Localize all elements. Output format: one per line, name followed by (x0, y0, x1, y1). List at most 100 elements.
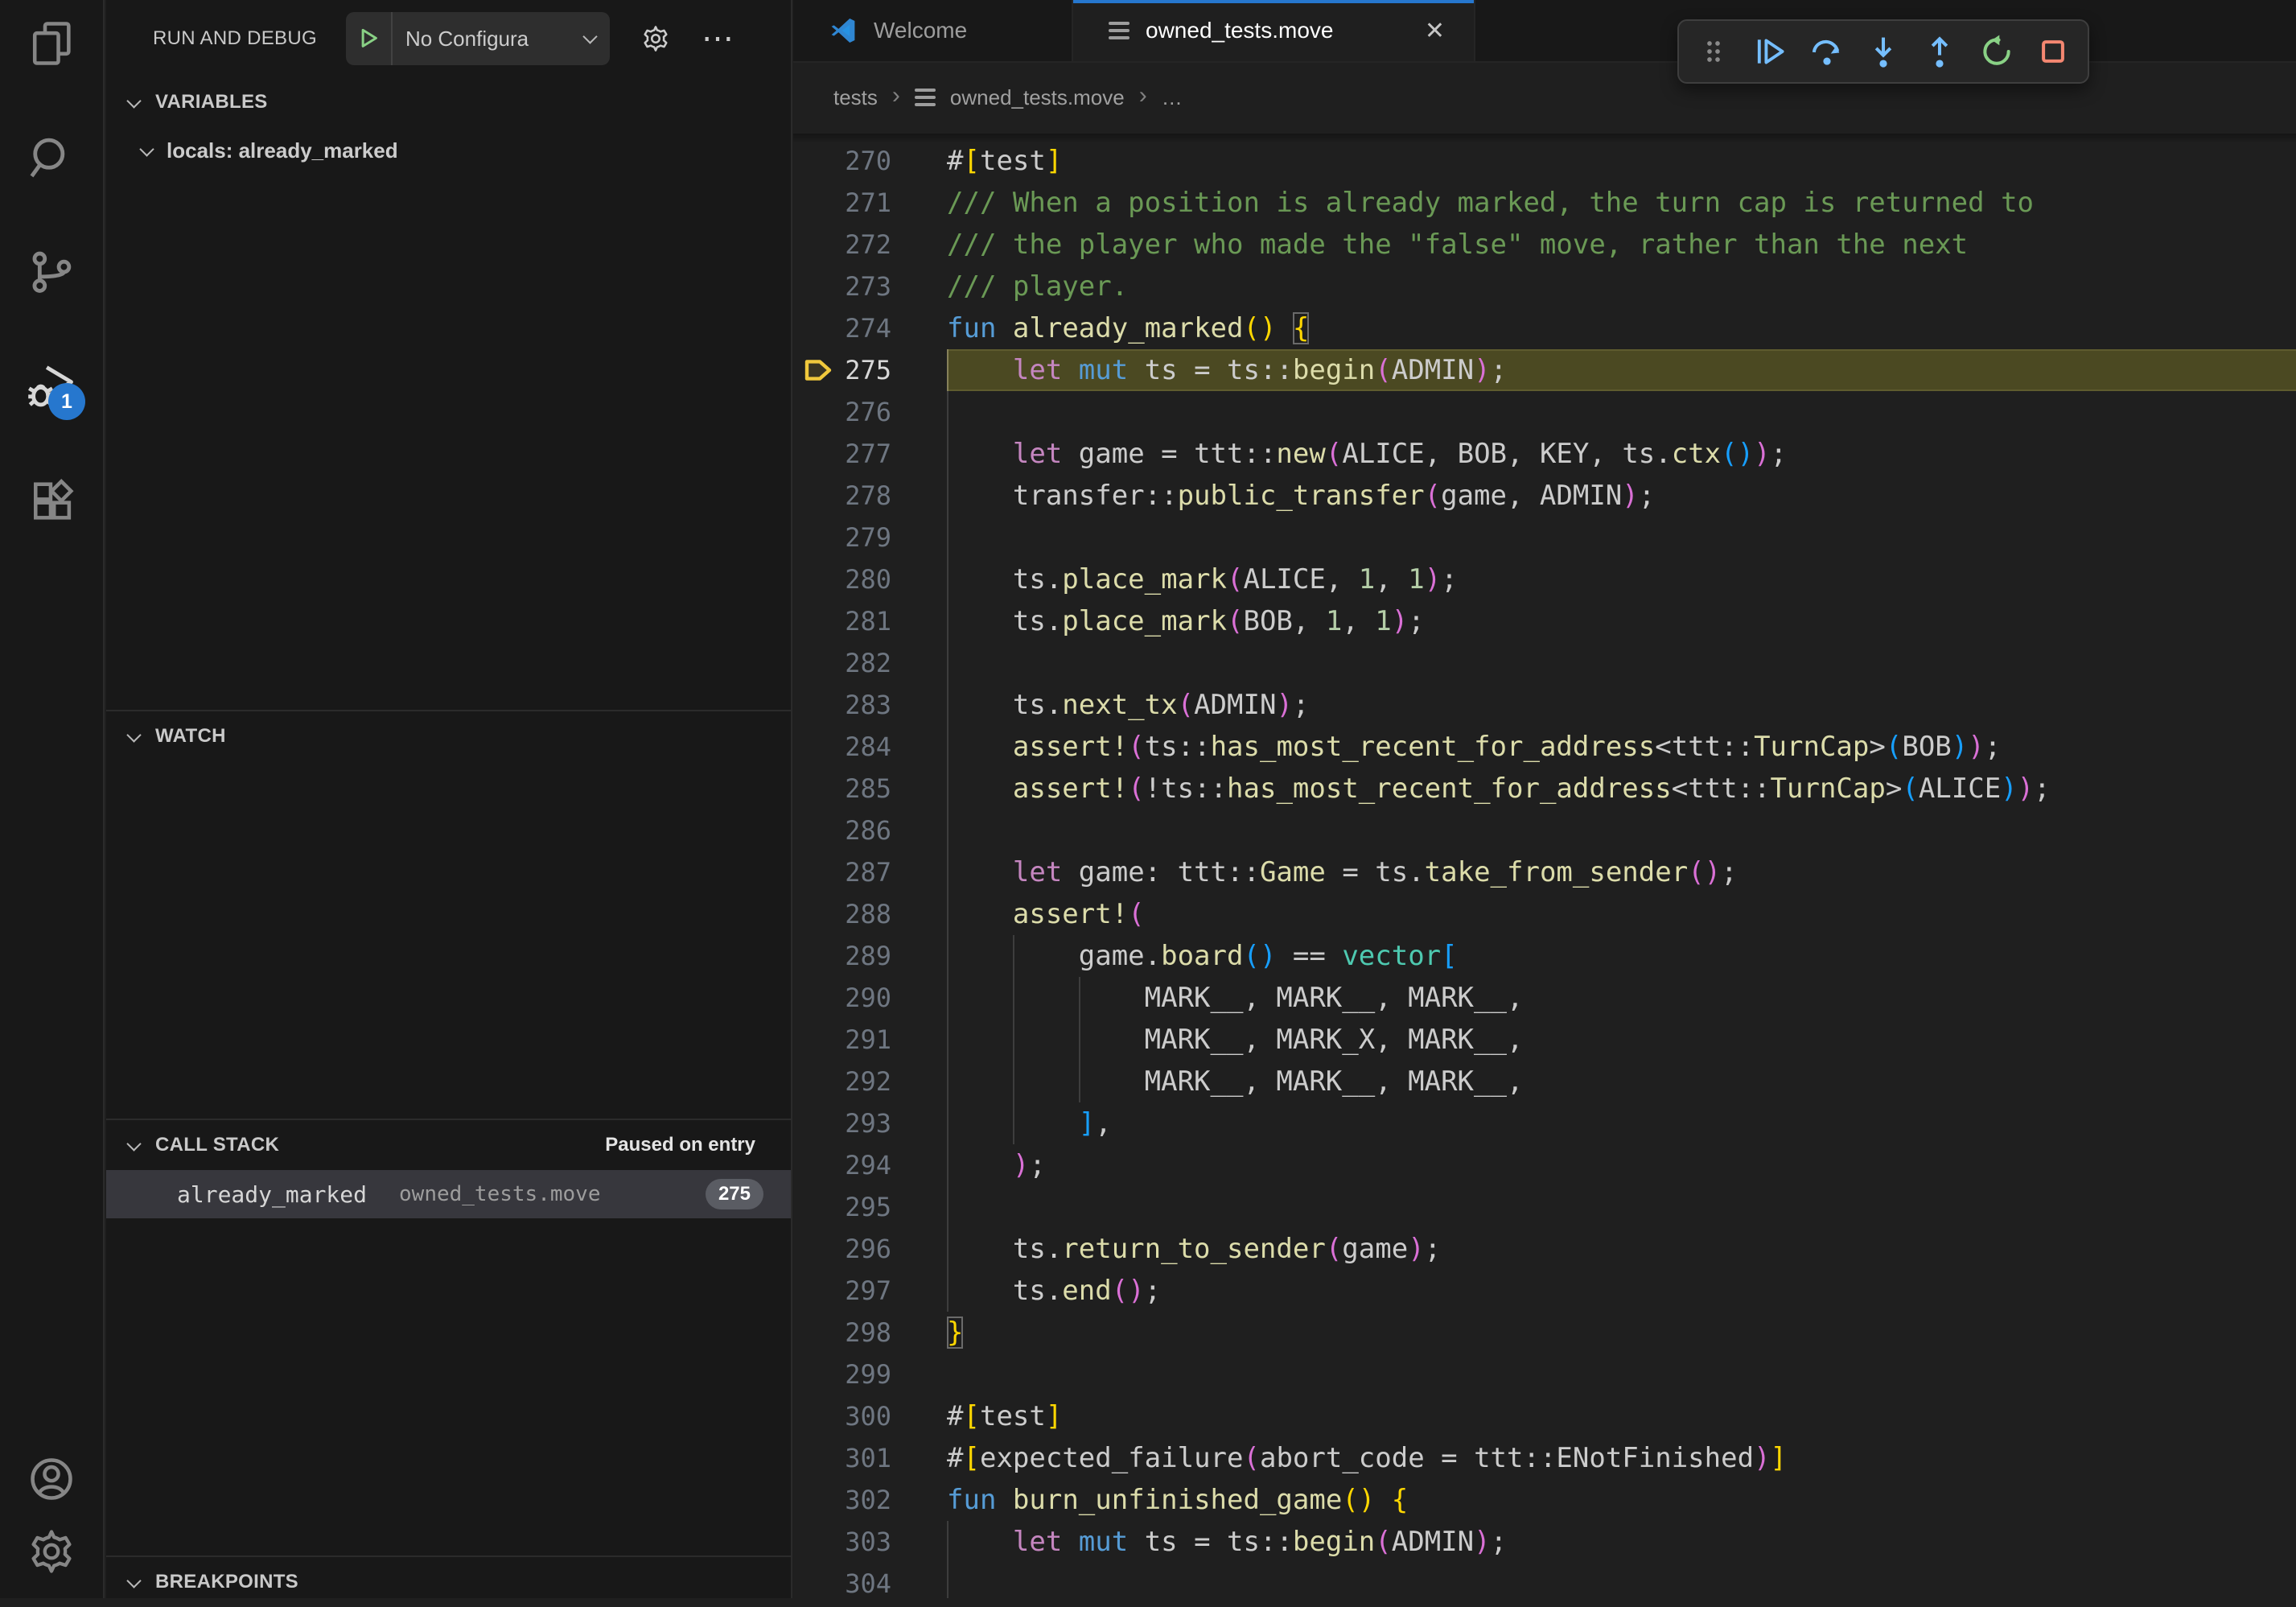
restart-icon[interactable] (1975, 30, 2018, 73)
search-icon[interactable] (26, 132, 77, 183)
variables-scope-row[interactable]: locals: already_marked (106, 127, 791, 174)
line-gutter[interactable]: 301 (793, 1437, 947, 1479)
step-into-icon[interactable] (1862, 30, 1905, 73)
code-line[interactable]: 282 (793, 642, 2296, 684)
line-gutter[interactable]: 271 (793, 182, 947, 224)
line-gutter[interactable]: 270 (793, 140, 947, 182)
start-debugging-icon[interactable] (346, 12, 393, 65)
code-line[interactable]: 275 let mut ts = ts::begin(ADMIN); (793, 349, 2296, 391)
code-line[interactable]: 297 ts.end(); (793, 1270, 2296, 1312)
code-line[interactable]: 277 let game = ttt::new(ALICE, BOB, KEY,… (793, 433, 2296, 475)
line-gutter[interactable]: 302 (793, 1479, 947, 1521)
code-line[interactable]: 285 assert!(!ts::has_most_recent_for_add… (793, 768, 2296, 810)
line-gutter[interactable]: 277 (793, 433, 947, 475)
line-gutter[interactable]: 286 (793, 810, 947, 851)
code-line[interactable]: 271/// When a position is already marked… (793, 182, 2296, 224)
code-line[interactable]: 292 MARK__, MARK__, MARK__, (793, 1061, 2296, 1102)
tab-owned-tests-move[interactable]: owned_tests.move ✕ (1073, 0, 1475, 61)
code-line[interactable]: 300#[test] (793, 1395, 2296, 1437)
code-line[interactable]: 303 let mut ts = ts::begin(ADMIN); (793, 1521, 2296, 1563)
code-line[interactable]: 284 assert!(ts::has_most_recent_for_addr… (793, 726, 2296, 768)
code-line[interactable]: 276 (793, 391, 2296, 433)
stack-frame-row[interactable]: already_marked owned_tests.move 275 (106, 1170, 791, 1218)
line-gutter[interactable]: 279 (793, 517, 947, 558)
line-gutter[interactable]: 285 (793, 768, 947, 810)
stop-icon[interactable] (2031, 30, 2075, 73)
line-gutter[interactable]: 303 (793, 1521, 947, 1563)
toolbar-drag-handle-icon[interactable] (1692, 30, 1735, 73)
code-line[interactable]: 299 (793, 1354, 2296, 1395)
more-actions-icon[interactable]: ⋯ (702, 31, 734, 47)
code-line[interactable]: 286 (793, 810, 2296, 851)
step-over-icon[interactable] (1805, 30, 1849, 73)
code-line[interactable]: 302fun burn_unfinished_game() { (793, 1479, 2296, 1521)
extensions-icon[interactable] (26, 475, 77, 526)
line-gutter[interactable]: 273 (793, 266, 947, 307)
code-line[interactable]: 278 transfer::public_transfer(game, ADMI… (793, 475, 2296, 517)
line-gutter[interactable]: 274 (793, 307, 947, 349)
code-line[interactable]: 298} (793, 1312, 2296, 1354)
code-line[interactable]: 288 assert!( (793, 893, 2296, 935)
settings-gear-icon[interactable] (26, 1526, 77, 1577)
run-and-debug-icon[interactable]: 1 (26, 361, 77, 412)
line-gutter[interactable]: 304 (793, 1563, 947, 1598)
code-line[interactable]: 287 let game: ttt::Game = ts.take_from_s… (793, 851, 2296, 893)
breadcrumb-item-file[interactable]: owned_tests.move (950, 85, 1125, 110)
line-gutter[interactable]: 291 (793, 1019, 947, 1061)
line-gutter[interactable]: 281 (793, 600, 947, 642)
line-gutter[interactable]: 275 (793, 349, 947, 391)
continue-icon[interactable] (1748, 30, 1792, 73)
line-gutter[interactable]: 276 (793, 391, 947, 433)
line-gutter[interactable]: 288 (793, 893, 947, 935)
line-gutter[interactable]: 272 (793, 224, 947, 266)
code-line[interactable]: 272/// the player who made the "false" m… (793, 224, 2296, 266)
code-line[interactable]: 273/// player. (793, 266, 2296, 307)
code-line[interactable]: 290 MARK__, MARK__, MARK__, (793, 977, 2296, 1019)
close-icon[interactable]: ✕ (1425, 17, 1445, 45)
line-gutter[interactable]: 292 (793, 1061, 947, 1102)
line-gutter[interactable]: 298 (793, 1312, 947, 1354)
line-gutter[interactable]: 293 (793, 1102, 947, 1144)
source-control-icon[interactable] (26, 246, 77, 298)
code-line[interactable]: 291 MARK__, MARK_X, MARK__, (793, 1019, 2296, 1061)
code-line[interactable]: 294 ); (793, 1144, 2296, 1186)
watch-section-header[interactable]: WATCH (106, 711, 791, 761)
code-line[interactable]: 270#[test] (793, 140, 2296, 182)
variables-section-header[interactable]: VARIABLES (106, 77, 791, 127)
launch-configuration-dropdown[interactable]: No Configura (346, 12, 610, 65)
account-icon[interactable] (26, 1453, 77, 1505)
code-line[interactable]: 281 ts.place_mark(BOB, 1, 1); (793, 600, 2296, 642)
line-gutter[interactable]: 283 (793, 684, 947, 726)
line-gutter[interactable]: 284 (793, 726, 947, 768)
code-line[interactable]: 280 ts.place_mark(ALICE, 1, 1); (793, 558, 2296, 600)
line-gutter[interactable]: 278 (793, 475, 947, 517)
line-gutter[interactable]: 300 (793, 1395, 947, 1437)
line-gutter[interactable]: 297 (793, 1270, 947, 1312)
code-editor[interactable]: 270#[test]271/// When a position is alre… (793, 134, 2296, 1598)
line-gutter[interactable]: 282 (793, 642, 947, 684)
code-line[interactable]: 279 (793, 517, 2296, 558)
code-line[interactable]: 295 (793, 1186, 2296, 1228)
code-line[interactable]: 293 ], (793, 1102, 2296, 1144)
debug-settings-gear-icon[interactable] (640, 23, 671, 54)
line-gutter[interactable]: 294 (793, 1144, 947, 1186)
breadcrumb-item-symbol[interactable]: … (1162, 85, 1183, 110)
explorer-icon[interactable] (26, 18, 77, 69)
code-line[interactable]: 296 ts.return_to_sender(game); (793, 1228, 2296, 1270)
code-line[interactable]: 301#[expected_failure(abort_code = ttt::… (793, 1437, 2296, 1479)
code-line[interactable]: 289 game.board() == vector[ (793, 935, 2296, 977)
breadcrumb-item-tests[interactable]: tests (833, 85, 878, 110)
code-line[interactable]: 304 (793, 1563, 2296, 1598)
call-stack-section-header[interactable]: CALL STACK Paused on entry (106, 1120, 791, 1170)
line-gutter[interactable]: 295 (793, 1186, 947, 1228)
tab-welcome[interactable]: Welcome (793, 0, 1073, 61)
line-gutter[interactable]: 296 (793, 1228, 947, 1270)
code-line[interactable]: 283 ts.next_tx(ADMIN); (793, 684, 2296, 726)
line-gutter[interactable]: 299 (793, 1354, 947, 1395)
line-gutter[interactable]: 280 (793, 558, 947, 600)
line-gutter[interactable]: 289 (793, 935, 947, 977)
line-gutter[interactable]: 287 (793, 851, 947, 893)
breakpoints-section-header[interactable]: BREAKPOINTS (106, 1557, 791, 1607)
line-gutter[interactable]: 290 (793, 977, 947, 1019)
step-out-icon[interactable] (1918, 30, 1961, 73)
